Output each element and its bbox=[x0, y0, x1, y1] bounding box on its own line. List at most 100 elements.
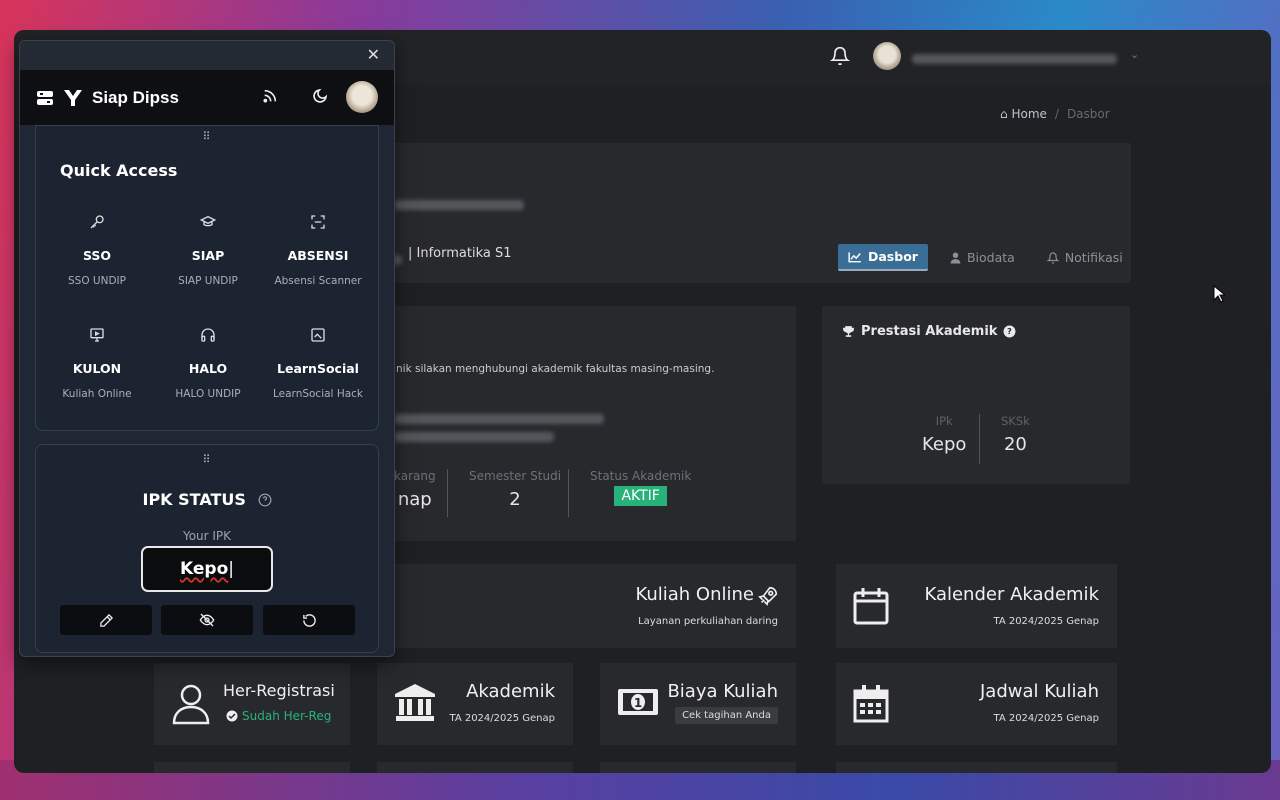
card-title: Kalender Akademik bbox=[924, 584, 1099, 605]
quick-access-sso[interactable]: SSO SSO UNDIP bbox=[42, 214, 152, 287]
qa-name: HALO bbox=[188, 361, 228, 376]
svg-text:1: 1 bbox=[634, 696, 642, 710]
tab-biodata[interactable]: Biodata bbox=[940, 245, 1025, 270]
notification-bell-icon[interactable] bbox=[830, 46, 850, 66]
key-icon bbox=[90, 215, 104, 229]
card-kalender-akademik[interactable]: Kalender Akademik TA 2024/2025 Genap bbox=[836, 564, 1117, 648]
qa-sub: LearnSocial Hack bbox=[273, 388, 363, 400]
ipk-title-label: IPK STATUS bbox=[142, 490, 246, 509]
card-subtitle: Layanan perkuliahan daring bbox=[638, 616, 778, 627]
tab-notifikasi[interactable]: Notifikasi bbox=[1037, 245, 1133, 270]
prestasi-ipk-label: IPk bbox=[935, 414, 953, 428]
money-bill-icon: 1 bbox=[618, 689, 658, 715]
calendar-grid-icon bbox=[853, 685, 889, 723]
help-circle-icon[interactable] bbox=[258, 493, 272, 507]
ipk-input[interactable]: Kepo| bbox=[141, 546, 273, 592]
breadcrumb-home[interactable]: ⌂ Home bbox=[1000, 107, 1047, 121]
extension-avatar[interactable] bbox=[346, 81, 378, 113]
quick-access-title: Quick Access bbox=[60, 161, 178, 180]
qa-sub: Kuliah Online bbox=[62, 388, 132, 400]
edit-button[interactable] bbox=[60, 605, 152, 635]
extension-popup: ✕ Siap Dipss ⠿ Quick Access SSO SSO UNDI… bbox=[19, 40, 395, 657]
close-icon[interactable]: ✕ bbox=[367, 45, 380, 64]
chevron-down-icon[interactable]: ⌄ bbox=[1130, 48, 1139, 61]
qa-name: SSO bbox=[82, 248, 112, 263]
stat-label: karang bbox=[394, 469, 436, 483]
cek-tagihan-pill[interactable]: Cek tagihan Anda bbox=[675, 707, 778, 724]
user-outline-icon bbox=[172, 684, 210, 725]
tab-dasbor-label: Dasbor bbox=[868, 249, 918, 264]
refresh-icon bbox=[302, 613, 316, 627]
qa-sub: HALO UNDIP bbox=[175, 388, 241, 400]
prestasi-ipk: IPk Kepo bbox=[922, 414, 966, 455]
stat-status-akademik: Status Akademik AKTIF bbox=[590, 469, 691, 506]
qa-sub: SSO UNDIP bbox=[68, 275, 126, 287]
extension-navbar: Siap Dipss bbox=[20, 70, 394, 125]
check-circle-icon bbox=[226, 710, 238, 722]
breadcrumb: ⌂ Home / Dasbor bbox=[1000, 107, 1110, 121]
breadcrumb-separator: / bbox=[1054, 107, 1059, 121]
reset-button[interactable] bbox=[263, 605, 355, 635]
divider bbox=[568, 469, 569, 517]
quick-access-learnsocial[interactable]: LearnSocial LearnSocial Hack bbox=[263, 327, 373, 400]
headphones-icon bbox=[201, 328, 215, 342]
drag-handle-icon[interactable]: ⠿ bbox=[202, 130, 211, 143]
svg-text:?: ? bbox=[1008, 326, 1013, 336]
tab-dasbor[interactable]: Dasbor bbox=[838, 244, 928, 271]
quick-access-kulon[interactable]: KULON Kuliah Online bbox=[42, 327, 152, 400]
quick-access-halo[interactable]: HALO HALO UNDIP bbox=[153, 327, 263, 400]
user-avatar[interactable] bbox=[873, 42, 901, 70]
card-subtitle: Cek tagihan Anda bbox=[675, 707, 778, 724]
user-name-blurred[interactable] bbox=[912, 49, 1142, 64]
prestasi-title: Prestasi Akademik ? bbox=[842, 324, 1016, 339]
card-subtitle: TA 2024/2025 Genap bbox=[993, 713, 1099, 724]
stat-label: Semester Studi bbox=[469, 469, 562, 483]
bell-icon bbox=[1046, 251, 1059, 264]
card-akademik[interactable]: Akademik TA 2024/2025 Genap bbox=[377, 663, 573, 745]
image-icon bbox=[311, 328, 325, 342]
quick-access-card: ⠿ Quick Access SSO SSO UNDIP SIAP SIAP U… bbox=[35, 125, 379, 431]
card-biaya-kuliah[interactable]: 1 Biaya Kuliah Cek tagihan Anda bbox=[600, 663, 796, 745]
card-title: Kuliah Online bbox=[635, 584, 754, 605]
card-subtitle: TA 2024/2025 Genap bbox=[449, 713, 555, 724]
popup-titlebar: ✕ bbox=[20, 41, 394, 70]
qa-name: SIAP bbox=[191, 248, 225, 263]
prestasi-panel: Prestasi Akademik ? IPk Kepo SKSk 20 bbox=[822, 306, 1130, 484]
quick-access-absensi[interactable]: ABSENSI Absensi Scanner bbox=[263, 214, 373, 287]
trophy-icon bbox=[843, 326, 854, 337]
status-badge: AKTIF bbox=[614, 486, 667, 506]
stat-semester-current: karang nap bbox=[394, 469, 436, 510]
monitor-icon bbox=[90, 328, 104, 342]
graduation-cap-icon bbox=[200, 215, 216, 227]
prestasi-ipk-value: Kepo bbox=[922, 434, 967, 455]
calendar-icon bbox=[853, 588, 889, 625]
qa-name: LearnSocial bbox=[277, 361, 359, 376]
tab-notifikasi-label: Notifikasi bbox=[1064, 250, 1123, 265]
toggle-visibility-button[interactable] bbox=[161, 605, 253, 635]
card-her-registrasi[interactable]: Her-Registrasi Sudah Her-Reg bbox=[154, 663, 350, 745]
tab-biodata-label: Biodata bbox=[966, 250, 1015, 265]
rss-icon[interactable] bbox=[262, 88, 278, 104]
stat-value: 2 bbox=[509, 489, 521, 510]
help-circle-icon[interactable]: ? bbox=[1003, 325, 1016, 338]
profile-tabs: Dasbor Biodata Notifikasi bbox=[838, 244, 1133, 271]
text-caret: | bbox=[228, 559, 234, 579]
card-partial bbox=[600, 762, 796, 773]
scan-icon bbox=[311, 215, 325, 229]
moon-icon[interactable] bbox=[312, 88, 328, 104]
brand-y-icon bbox=[64, 89, 82, 106]
her-reg-status: Sudah Her-Reg bbox=[242, 709, 332, 723]
card-kuliah-online[interactable]: Kuliah Online Layanan perkuliahan daring bbox=[377, 564, 796, 648]
prestasi-sks-value: 20 bbox=[1003, 434, 1027, 455]
drag-handle-icon[interactable]: ⠿ bbox=[202, 453, 211, 466]
card-partial bbox=[377, 762, 573, 773]
breadcrumb-home-label[interactable]: Home bbox=[1011, 107, 1046, 121]
card-title: Biaya Kuliah bbox=[667, 681, 778, 702]
card-jadwal-kuliah[interactable]: Jadwal Kuliah TA 2024/2025 Genap bbox=[836, 663, 1117, 745]
quick-access-siap[interactable]: SIAP SIAP UNDIP bbox=[153, 214, 263, 287]
divider bbox=[979, 414, 980, 464]
institution-icon bbox=[395, 684, 435, 721]
prestasi-title-label: Prestasi Akademik bbox=[861, 324, 998, 339]
qa-sub: SIAP UNDIP bbox=[178, 275, 238, 287]
divider bbox=[447, 469, 448, 517]
